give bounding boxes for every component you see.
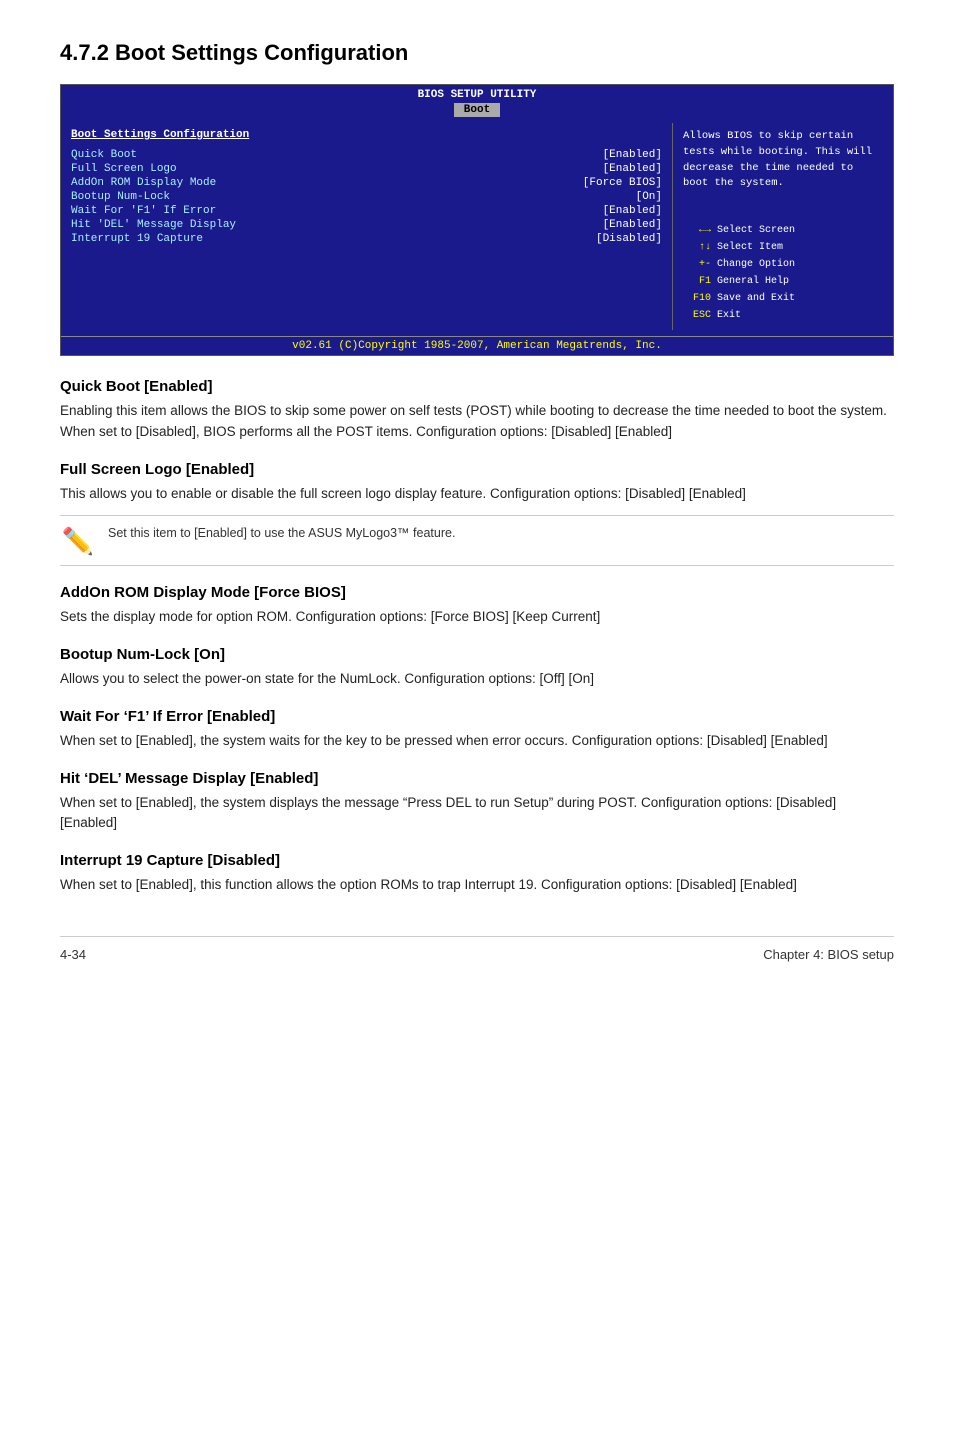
bios-header: BIOS SETUP UTILITY Boot bbox=[61, 85, 893, 117]
bios-items-list: Quick Boot [Enabled] Full Screen Logo [Enab… bbox=[71, 149, 662, 245]
section-wait-f1: Wait For ‘F1’ If Error [Enabled] When set… bbox=[60, 708, 894, 752]
bios-item-label: AddOn ROM Display Mode bbox=[71, 177, 216, 189]
bios-key-desc: Select Screen bbox=[717, 222, 795, 239]
bios-key-desc: Select Item bbox=[717, 239, 783, 256]
footer-chapter: Chapter 4: BIOS setup bbox=[763, 947, 894, 962]
section-body: Sets the display mode for option ROM. Co… bbox=[60, 607, 894, 628]
bios-item-value: [Enabled] bbox=[603, 163, 662, 175]
section-bootup-numlock: Bootup Num-Lock [On] Allows you to select… bbox=[60, 646, 894, 690]
bios-shortcut-row: F10 Save and Exit bbox=[683, 290, 883, 307]
bios-item-label: Wait For 'F1' If Error bbox=[71, 205, 216, 217]
bios-item-value: [Enabled] bbox=[603, 219, 662, 231]
bios-key-desc: Exit bbox=[717, 307, 741, 324]
bios-key: F10 bbox=[683, 290, 711, 307]
bios-tab-boot: Boot bbox=[454, 103, 500, 117]
section-body: Enabling this item allows the BIOS to sk… bbox=[60, 401, 894, 443]
bios-section-title: Boot Settings Configuration bbox=[71, 129, 662, 141]
section-hit-del: Hit ‘DEL’ Message Display [Enabled] When … bbox=[60, 770, 894, 835]
bios-help-text: Allows BIOS to skip certain tests while … bbox=[683, 129, 883, 192]
bios-key: ↑↓ bbox=[683, 239, 711, 256]
bios-shortcut-row: ESC Exit bbox=[683, 307, 883, 324]
section-heading: Full Screen Logo [Enabled] bbox=[60, 461, 894, 478]
footer-page-number: 4-34 bbox=[60, 947, 86, 962]
bios-right-panel: Allows BIOS to skip certain tests while … bbox=[673, 123, 893, 330]
page-title: 4.7.2 Boot Settings Configuration bbox=[60, 40, 894, 66]
bios-item-value: [Enabled] bbox=[603, 149, 662, 161]
section-heading: Bootup Num-Lock [On] bbox=[60, 646, 894, 663]
section-addon-rom: AddOn ROM Display Mode [Force BIOS] Sets … bbox=[60, 584, 894, 628]
bios-item: Bootup Num-Lock [On] bbox=[71, 191, 662, 203]
section-heading: Interrupt 19 Capture [Disabled] bbox=[60, 852, 894, 869]
section-heading: AddOn ROM Display Mode [Force BIOS] bbox=[60, 584, 894, 601]
bios-item: AddOn ROM Display Mode [Force BIOS] bbox=[71, 177, 662, 189]
section-heading: Hit ‘DEL’ Message Display [Enabled] bbox=[60, 770, 894, 787]
bios-key: ←→ bbox=[683, 222, 711, 239]
bios-key-desc: General Help bbox=[717, 273, 789, 290]
bios-item-label: Interrupt 19 Capture bbox=[71, 233, 203, 245]
note-box: ✏️ Set this item to [Enabled] to use the… bbox=[60, 515, 894, 566]
bios-left-panel: Boot Settings Configuration Quick Boot [E… bbox=[61, 123, 673, 330]
bios-item-label: Hit 'DEL' Message Display bbox=[71, 219, 236, 231]
bios-footer: v02.61 (C)Copyright 1985-2007, American … bbox=[61, 336, 893, 355]
bios-item-value: [On] bbox=[636, 191, 662, 203]
section-body: When set to [Enabled], this function all… bbox=[60, 875, 894, 896]
section-interrupt19: Interrupt 19 Capture [Disabled] When set … bbox=[60, 852, 894, 896]
bios-shortcut-row: F1 General Help bbox=[683, 273, 883, 290]
bios-key: F1 bbox=[683, 273, 711, 290]
bios-item: Wait For 'F1' If Error [Enabled] bbox=[71, 205, 662, 217]
bios-item-value: [Disabled] bbox=[596, 233, 662, 245]
bios-item-value: [Force BIOS] bbox=[583, 177, 662, 189]
bios-shortcut-row: ←→ Select Screen bbox=[683, 222, 883, 239]
bios-screenshot: BIOS SETUP UTILITY Boot Boot Settings Co… bbox=[60, 84, 894, 356]
bios-tabs: Boot bbox=[61, 103, 893, 117]
bios-item-label: Full Screen Logo bbox=[71, 163, 177, 175]
bios-item-value: [Enabled] bbox=[603, 205, 662, 217]
bios-key: ESC bbox=[683, 307, 711, 324]
bios-item: Quick Boot [Enabled] bbox=[71, 149, 662, 161]
bios-item: Hit 'DEL' Message Display [Enabled] bbox=[71, 219, 662, 231]
bios-item-label: Bootup Num-Lock bbox=[71, 191, 170, 203]
bios-key: +- bbox=[683, 256, 711, 273]
bios-shortcuts: ←→ Select Screen ↑↓ Select Item +- Change Opt… bbox=[683, 222, 883, 324]
section-body: This allows you to enable or disable the… bbox=[60, 484, 894, 505]
section-heading: Quick Boot [Enabled] bbox=[60, 378, 894, 395]
bios-shortcut-row: +- Change Option bbox=[683, 256, 883, 273]
note-text: Set this item to [Enabled] to use the AS… bbox=[108, 524, 455, 543]
section-full-screen-logo: Full Screen Logo [Enabled] This allows yo… bbox=[60, 461, 894, 566]
section-body: When set to [Enabled], the system displa… bbox=[60, 793, 894, 835]
sections-container: Quick Boot [Enabled] Enabling this item a… bbox=[60, 378, 894, 896]
bios-item: Interrupt 19 Capture [Disabled] bbox=[71, 233, 662, 245]
page-footer: 4-34 Chapter 4: BIOS setup bbox=[60, 936, 894, 962]
section-body: When set to [Enabled], the system waits … bbox=[60, 731, 894, 752]
bios-item: Full Screen Logo [Enabled] bbox=[71, 163, 662, 175]
bios-key-desc: Change Option bbox=[717, 256, 795, 273]
bios-shortcut-row: ↑↓ Select Item bbox=[683, 239, 883, 256]
section-heading: Wait For ‘F1’ If Error [Enabled] bbox=[60, 708, 894, 725]
section-quick-boot: Quick Boot [Enabled] Enabling this item a… bbox=[60, 378, 894, 443]
bios-item-label: Quick Boot bbox=[71, 149, 137, 161]
bios-body: Boot Settings Configuration Quick Boot [E… bbox=[61, 117, 893, 336]
bios-header-title: BIOS SETUP UTILITY bbox=[418, 89, 537, 101]
section-body: Allows you to select the power-on state … bbox=[60, 669, 894, 690]
bios-key-desc: Save and Exit bbox=[717, 290, 795, 307]
note-icon: ✏️ bbox=[60, 526, 96, 557]
